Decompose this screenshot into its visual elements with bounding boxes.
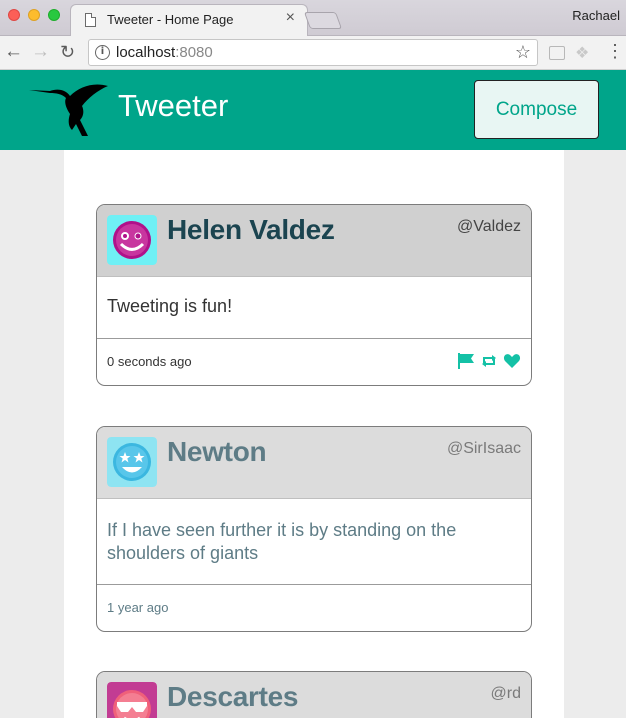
tweet-header: Descartes @rd (97, 672, 531, 718)
tweet-timestamp: 0 seconds ago (107, 354, 192, 369)
tweet-timestamp: 1 year ago (107, 600, 169, 615)
sunglasses-face-icon (107, 682, 157, 718)
tweet-author: Helen Valdez (167, 214, 335, 245)
close-window-button[interactable] (8, 9, 20, 21)
forward-arrow-icon[interactable]: → (31, 41, 50, 63)
profile-name[interactable]: Rachael (572, 8, 620, 23)
tweet-header: Helen Valdez @Valdez (97, 205, 531, 277)
tweet-text: Tweeting is fun! (97, 277, 531, 339)
tweet-footer: 0 seconds ago (97, 339, 531, 385)
url-text[interactable]: localhost:8080 (116, 44, 213, 61)
heart-icon[interactable] (503, 352, 521, 370)
info-icon[interactable]: i (95, 45, 110, 60)
retweet-icon[interactable] (480, 352, 498, 370)
minimize-window-button[interactable] (28, 9, 40, 21)
menu-kebab-icon[interactable]: ⋮ (606, 41, 624, 61)
url-host: localhost (116, 44, 176, 61)
tweet-handle: @Valdez (457, 218, 521, 235)
tweet-handle: @rd (490, 685, 521, 702)
new-tab-button[interactable] (303, 12, 343, 29)
tab-title: Tweeter - Home Page (107, 12, 234, 27)
tab-close-icon[interactable]: × (286, 9, 295, 27)
smiley-face-icon (107, 215, 157, 265)
tweet-author: Descartes (167, 681, 299, 712)
tweet-card: Helen Valdez @Valdez Tweeting is fun! 0 … (96, 204, 532, 386)
flag-icon[interactable] (457, 352, 475, 370)
tweet-card: Descartes @rd (96, 671, 532, 718)
browser-toolbar: ← → ↻ i localhost:8080 ☆ ❖ ⋮ (0, 36, 626, 70)
tweet-card: Newton @SirIsaac If I have seen further … (96, 426, 532, 632)
back-arrow-icon[interactable]: ← (4, 41, 23, 63)
url-port: :8080 (175, 44, 213, 61)
zoom-window-button[interactable] (48, 9, 60, 21)
tweet-feed: Helen Valdez @Valdez Tweeting is fun! 0 … (64, 150, 564, 718)
tweet-footer: 1 year ago (97, 585, 531, 631)
page-icon (85, 13, 96, 27)
hummingbird-logo-icon (29, 84, 108, 136)
browser-tab[interactable]: Tweeter - Home Page × (70, 4, 308, 37)
app-header: Tweeter Compose (0, 70, 626, 150)
star-eyes-face-icon (107, 437, 157, 487)
reload-icon[interactable]: ↻ (60, 41, 75, 63)
bookmark-star-icon[interactable]: ☆ (515, 42, 531, 63)
extension-icon[interactable] (549, 46, 565, 60)
app-title: Tweeter (118, 88, 229, 123)
extension-icon[interactable]: ❖ (575, 43, 589, 63)
browser-titlebar: Tweeter - Home Page × Rachael (0, 0, 626, 37)
address-bar[interactable]: i localhost:8080 ☆ (88, 39, 538, 66)
tweet-text: If I have seen further it is by standing… (97, 499, 531, 585)
tweet-header: Newton @SirIsaac (97, 427, 531, 499)
tweet-actions (457, 352, 521, 370)
compose-button[interactable]: Compose (474, 80, 599, 139)
tweet-author: Newton (167, 436, 267, 467)
tweet-handle: @SirIsaac (446, 440, 521, 457)
